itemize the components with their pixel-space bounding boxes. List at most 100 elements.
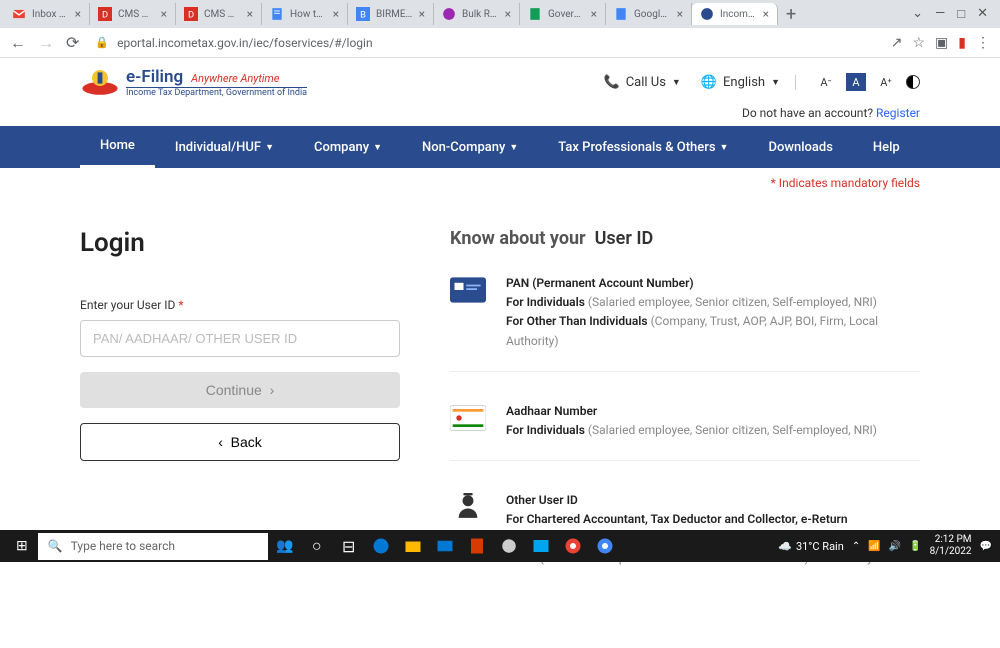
tab-docs[interactable]: Google m ×: [606, 3, 692, 25]
mandatory-text: * Indicates mandatory fields: [0, 168, 1000, 198]
nav-noncompany[interactable]: Non-Company▼: [402, 126, 538, 168]
close-icon[interactable]: ×: [591, 7, 597, 21]
globe-icon: 🌐: [701, 75, 717, 90]
menu-icon[interactable]: ▮: [958, 35, 966, 51]
close-icon[interactable]: ×: [161, 7, 167, 21]
tab-sheets[interactable]: Governme ×: [520, 3, 606, 25]
info-aadhaar: Aadhaar Number For Individuals (Salaried…: [450, 402, 920, 461]
continue-button[interactable]: Continue ›: [80, 372, 400, 408]
chevron-down-icon: ▼: [771, 77, 780, 88]
userid-label: Enter your User ID *: [80, 298, 400, 312]
lock-icon: 🔒: [95, 36, 109, 49]
svg-text:D: D: [188, 10, 194, 21]
tab-birme[interactable]: B BIRME - B ×: [348, 3, 434, 25]
cortana-circle-icon[interactable]: ○: [302, 532, 332, 560]
register-row: Do not have an account? Register: [0, 106, 1000, 126]
notifications-icon[interactable]: 💬: [980, 541, 992, 552]
forward-icon[interactable]: →: [38, 33, 54, 53]
close-icon[interactable]: ×: [677, 7, 683, 21]
nav-taxpro[interactable]: Tax Professionals & Others▼: [538, 126, 748, 168]
chrome-icon[interactable]: [558, 532, 588, 560]
star-icon[interactable]: ☆: [912, 35, 925, 51]
language-dropdown[interactable]: 🌐 English ▼: [701, 75, 796, 90]
contrast-toggle[interactable]: [906, 75, 920, 89]
close-icon[interactable]: ×: [763, 7, 769, 21]
info-panel: Know about your User ID PAN (Permanent A…: [450, 208, 920, 638]
b-icon: B: [356, 7, 370, 21]
extension-icon[interactable]: ▣: [935, 35, 948, 51]
cortana-icon[interactable]: 👥: [276, 538, 293, 554]
office-icon[interactable]: [462, 532, 492, 560]
close-icon[interactable]: ×: [247, 7, 253, 21]
close-icon[interactable]: ×: [419, 7, 425, 21]
wifi-icon[interactable]: 📶: [868, 541, 880, 552]
docs-icon: [270, 7, 284, 21]
app-icon[interactable]: [526, 532, 556, 560]
close-icon[interactable]: ×: [75, 7, 81, 21]
nav-individual[interactable]: Individual/HUF▼: [155, 126, 294, 168]
app-icon[interactable]: [494, 532, 524, 560]
sound-icon[interactable]: 🔊: [889, 541, 901, 552]
maximize-button[interactable]: □: [957, 6, 965, 22]
nav-downloads[interactable]: Downloads: [748, 126, 852, 168]
taskview-icon[interactable]: ⊟: [334, 532, 364, 560]
clock[interactable]: 2:12 PM 8/1/2022: [930, 534, 972, 558]
emblem-icon: [80, 66, 120, 98]
minimize-button[interactable]: —: [935, 6, 945, 22]
bulk-icon: [442, 7, 456, 21]
navbar: Home Individual/HUF▼ Company▼ Non-Compan…: [0, 126, 1000, 168]
url-bar: ← → ⟳ 🔒 eportal.incometax.gov.in/iec/fos…: [0, 28, 1000, 58]
tab-cms1[interactable]: D CMS Den ×: [90, 3, 176, 25]
search-icon: 🔍: [48, 539, 63, 553]
mail-icon[interactable]: [430, 532, 460, 560]
chrome-icon[interactable]: [590, 532, 620, 560]
start-button[interactable]: ⊞: [8, 538, 36, 554]
logo[interactable]: e-Filing Anywhere Anytime Income Tax Dep…: [80, 66, 307, 98]
font-increase-button[interactable]: A⁺: [876, 73, 896, 91]
login-title: Login: [80, 228, 400, 258]
docs-icon: [614, 7, 628, 21]
edge-icon[interactable]: [366, 532, 396, 560]
call-us-dropdown[interactable]: 📞 Call Us ▼: [604, 75, 681, 90]
info-pan: PAN (Permanent Account Number) For Indiv…: [450, 274, 920, 372]
explorer-icon[interactable]: [398, 532, 428, 560]
taskbar-search[interactable]: 🔍 Type here to search: [38, 533, 268, 560]
userid-input[interactable]: [80, 320, 400, 357]
nav-help[interactable]: Help: [853, 126, 920, 168]
main-content: Login Enter your User ID * Continue › ‹ …: [0, 198, 1000, 648]
taskbar: ⊞ 🔍 Type here to search 👥 ○ ⊟ ☁️ 31°C Ra…: [0, 530, 1000, 562]
close-icon[interactable]: ×: [333, 7, 339, 21]
chevron-down-icon[interactable]: ⌄: [912, 6, 923, 22]
window-controls: ⌄ — □ ✕: [912, 6, 996, 22]
share-icon[interactable]: ↗: [891, 35, 903, 51]
close-icon[interactable]: ×: [505, 7, 511, 21]
svg-text:B: B: [360, 10, 366, 21]
tab-howto[interactable]: How to ch ×: [262, 3, 348, 25]
top-right-controls: 📞 Call Us ▼ 🌐 English ▼ A⁻ A A⁺: [604, 73, 921, 91]
back-icon[interactable]: ←: [10, 33, 26, 53]
close-window-button[interactable]: ✕: [977, 6, 988, 22]
cloud-icon: ☁️: [778, 540, 792, 553]
incometax-icon: [700, 7, 714, 21]
reload-icon[interactable]: ⟳: [66, 33, 79, 52]
tab-bulk[interactable]: Bulk Resiz ×: [434, 3, 520, 25]
tab-incometax[interactable]: Income Ta ×: [692, 3, 778, 25]
login-panel: Login Enter your User ID * Continue › ‹ …: [80, 208, 400, 638]
new-tab-button[interactable]: +: [778, 4, 804, 25]
tab-inbox[interactable]: Inbox (820 ×: [4, 3, 90, 25]
back-button[interactable]: ‹ Back: [80, 423, 400, 461]
nav-home[interactable]: Home: [80, 126, 155, 168]
chevron-down-icon: ▼: [672, 77, 681, 88]
address-bar[interactable]: 🔒 eportal.incometax.gov.in/iec/foservice…: [91, 32, 878, 54]
more-icon[interactable]: ⋮: [976, 35, 990, 51]
svg-text:D: D: [102, 10, 108, 21]
aadhaar-card-icon: [450, 404, 486, 432]
nav-company[interactable]: Company▼: [294, 126, 402, 168]
tray-chevron-icon[interactable]: ⌃: [852, 541, 860, 552]
battery-icon[interactable]: 🔋: [909, 541, 921, 552]
weather-widget[interactable]: ☁️ 31°C Rain: [778, 540, 844, 553]
register-link[interactable]: Register: [876, 106, 920, 120]
font-normal-button[interactable]: A: [846, 73, 866, 91]
tab-cms2[interactable]: D CMS Den ×: [176, 3, 262, 25]
font-decrease-button[interactable]: A⁻: [816, 73, 836, 91]
